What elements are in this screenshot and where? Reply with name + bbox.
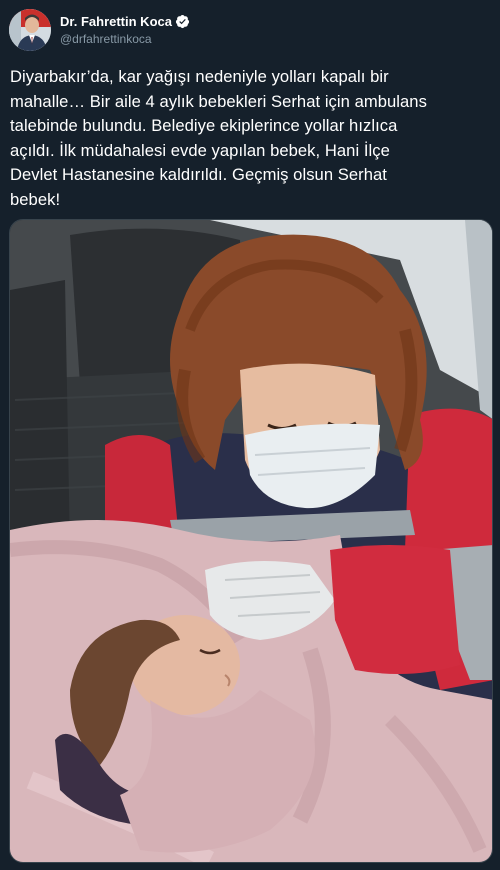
tweet: Dr. Fahrettin Koca @drfahrettinkoca Diya…	[0, 0, 500, 870]
author-avatar[interactable]	[9, 9, 51, 51]
tweet-text: Diyarbakır’da, kar yağışı nedeniyle yoll…	[10, 67, 427, 209]
tweet-photo[interactable]	[9, 219, 493, 863]
author-name-row: Dr. Fahrettin Koca	[60, 13, 190, 30]
tweet-header: Dr. Fahrettin Koca @drfahrettinkoca	[9, 8, 190, 52]
verified-badge-icon	[175, 14, 190, 29]
author-names: Dr. Fahrettin Koca @drfahrettinkoca	[60, 13, 190, 47]
author-display-name[interactable]: Dr. Fahrettin Koca	[60, 13, 172, 30]
author-handle[interactable]: @drfahrettinkoca	[60, 31, 190, 47]
photo-paramedic-holding-baby-icon	[10, 220, 492, 862]
